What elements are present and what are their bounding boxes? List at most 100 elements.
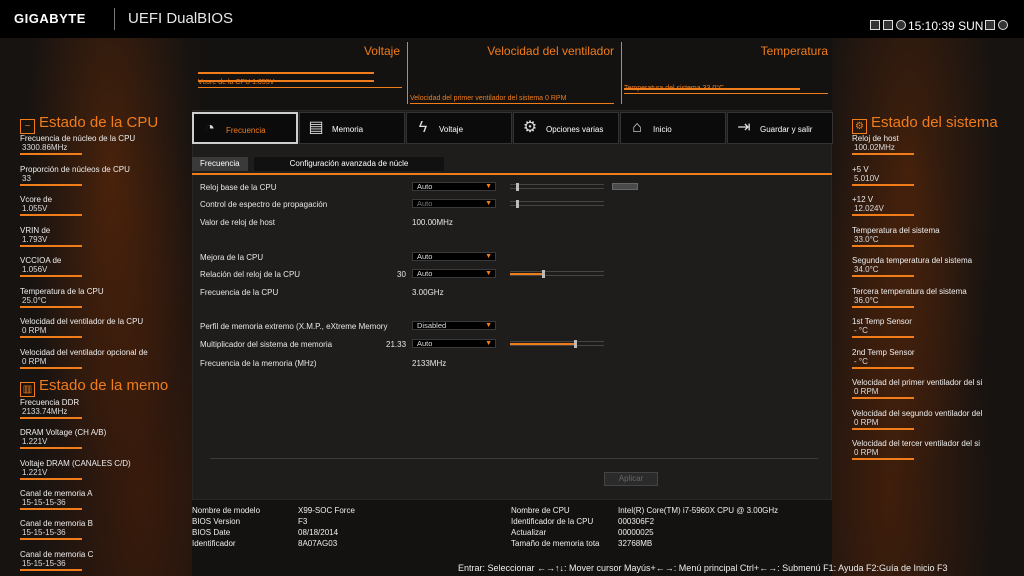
status-value: 0 RPM	[854, 448, 879, 457]
status-item: Canal de memoria A 15-15-15-36	[20, 489, 190, 510]
slider-knob[interactable]	[516, 200, 519, 208]
list-icon[interactable]	[883, 20, 893, 30]
top-bar: GIGABYTE UEFI DualBIOS 15:10:39 SUN	[0, 0, 1024, 38]
base-clock-dropdown[interactable]: Auto ▼	[412, 182, 496, 191]
help-bar: Entrar: Seleccionar ←→↑↓: Mover cursor M…	[458, 563, 948, 573]
status-item: Velocidad del ventilador opcional de 0 RP…	[20, 348, 190, 369]
globe-icon[interactable]	[896, 20, 906, 30]
chevron-down-icon: ▼	[485, 322, 492, 329]
screenshot-icon[interactable]	[870, 20, 880, 30]
status-key: Proporción de núcleos de CPU	[20, 164, 130, 174]
chevron-down-icon: ▼	[485, 270, 492, 277]
status-bar	[852, 275, 914, 277]
status-bar	[20, 305, 82, 308]
mem-status-header: ▥ Estado de la memo	[20, 377, 168, 397]
host-clock-value: 100.00MHz	[412, 218, 453, 227]
status-key: Velocidad del primer ventilador del si	[852, 378, 983, 387]
dropdown-value: Auto	[417, 252, 433, 261]
status-item: Canal de memoria B 15-15-15-36	[20, 519, 190, 541]
voltage-monitor: Voltaje Vcore de la CPU 1.055V	[198, 42, 408, 104]
monitor-title: Voltaje	[363, 44, 400, 58]
tab-label: Guardar y salir	[760, 125, 813, 134]
system-status-header: ⚙ Estado del sistema	[852, 114, 998, 134]
dropdown-value: Auto	[417, 182, 433, 191]
status-bar	[20, 477, 82, 480]
spread-dropdown[interactable]: Auto ▼	[412, 199, 496, 208]
status-value: 1.793V	[22, 234, 48, 244]
status-value: 0 RPM	[22, 356, 47, 366]
status-bar	[20, 417, 82, 419]
power-icon[interactable]	[998, 20, 1008, 30]
ratio-slider[interactable]	[510, 270, 604, 278]
status-bar	[852, 397, 914, 399]
time: 15:10:39	[908, 19, 955, 33]
tab-memoria[interactable]: ▤ Memoria	[299, 112, 405, 144]
status-bar	[20, 366, 82, 369]
status-key: Canal de memoria B	[20, 519, 93, 529]
cpu-upgrade-dropdown[interactable]: Auto ▼	[412, 252, 496, 261]
subtab-advanced-core[interactable]: Configuración avanzada de núcle	[254, 157, 444, 171]
status-item: 2nd Temp Sensor - °C	[852, 348, 1022, 369]
status-bar	[20, 153, 82, 155]
bios-version-key: BIOS Version	[192, 517, 241, 526]
dropdown-value: Auto	[417, 199, 433, 208]
tab-frecuencia[interactable]: ◔ Frecuencia	[192, 112, 298, 144]
subtab-frecuencia[interactable]: Frecuencia	[192, 157, 248, 171]
status-item: +5 V 5.010V	[852, 165, 1022, 186]
tab-guardar[interactable]: ⇥ Guardar y salir	[727, 112, 833, 144]
tab-inicio[interactable]: ⌂ Inicio	[620, 112, 726, 144]
setting-memfreq-label: Frecuencia de la memoria (MHz)	[200, 359, 317, 368]
status-value: 100.02MHz	[854, 143, 895, 152]
tab-opciones[interactable]: ⚙ Opciones varias	[513, 112, 619, 144]
product-title: UEFI DualBIOS	[128, 10, 234, 27]
status-value: 1.056V	[22, 265, 48, 274]
calendar-icon[interactable]	[985, 20, 995, 30]
status-bar	[20, 214, 82, 216]
cpu-id-key: Identificador de la CPU	[511, 517, 594, 526]
status-key: Temperatura del sistema	[852, 225, 940, 235]
tab-voltaje[interactable]: ϟ Voltaje	[406, 112, 512, 144]
setting-mult-label: Multiplicador del sistema de memoria	[200, 340, 333, 349]
status-item: Velocidad del ventilador de la CPU 0 RPM	[20, 317, 190, 338]
gear-icon: ⚙	[852, 119, 867, 134]
monitor-axis	[410, 103, 614, 104]
spread-slider[interactable]	[510, 200, 604, 208]
slider-knob[interactable]	[574, 340, 577, 348]
day: SUN	[958, 19, 984, 33]
apply-button[interactable]: Aplicar	[604, 472, 658, 486]
status-item: Vcore de 1.055V	[20, 195, 190, 216]
bios-version-value: F3	[298, 517, 308, 526]
fan-monitor: Velocidad del ventilador Velocidad del p…	[410, 42, 622, 104]
status-item: Velocidad del primer ventilador del si 0 …	[852, 378, 1022, 399]
status-item: Voltaje DRAM (CANALES C/D) 1.221V	[20, 459, 190, 480]
tab-label: Frecuencia	[226, 126, 266, 135]
slider-knob[interactable]	[542, 270, 545, 278]
mult-slider[interactable]	[510, 340, 604, 348]
status-key: 1st Temp Sensor	[852, 317, 912, 326]
memfreq-value: 2133MHz	[412, 359, 447, 368]
mult-number: 21.33	[386, 340, 407, 349]
monitor-axis	[624, 93, 828, 94]
status-value: 1.055V	[22, 204, 48, 213]
dropdown-value: Auto	[417, 269, 433, 278]
id-value: 8A07AG03	[298, 539, 338, 548]
ratio-dropdown[interactable]: Auto ▼	[412, 269, 496, 278]
memory-chip-icon: ▥	[20, 382, 35, 397]
slider-knob[interactable]	[516, 183, 519, 191]
cpu-freq-value: 3.00GHz	[412, 288, 444, 297]
setting-xmp-label: Perfil de memoria extremo (X.M.P., eXtre…	[200, 322, 388, 331]
model-value: X99-SOC Force	[298, 506, 355, 515]
status-bar	[20, 507, 82, 510]
base-clock-slider[interactable]	[510, 183, 604, 191]
setting-host-clock-label: Valor de reloj de host	[200, 218, 276, 227]
monitor-frame	[621, 42, 622, 104]
mult-dropdown[interactable]: Auto ▼	[412, 339, 496, 348]
base-clock-toggle[interactable]	[612, 183, 638, 190]
mem-size-value: 32768MB	[618, 539, 653, 548]
status-value: - °C	[854, 356, 868, 366]
xmp-dropdown[interactable]: Disabled ▼	[412, 321, 496, 330]
chevron-down-icon: ▼	[485, 253, 492, 260]
brand-logo: GIGABYTE	[14, 11, 86, 26]
chevron-down-icon: ▼	[485, 183, 492, 190]
tab-label: Opciones varias	[546, 125, 604, 134]
